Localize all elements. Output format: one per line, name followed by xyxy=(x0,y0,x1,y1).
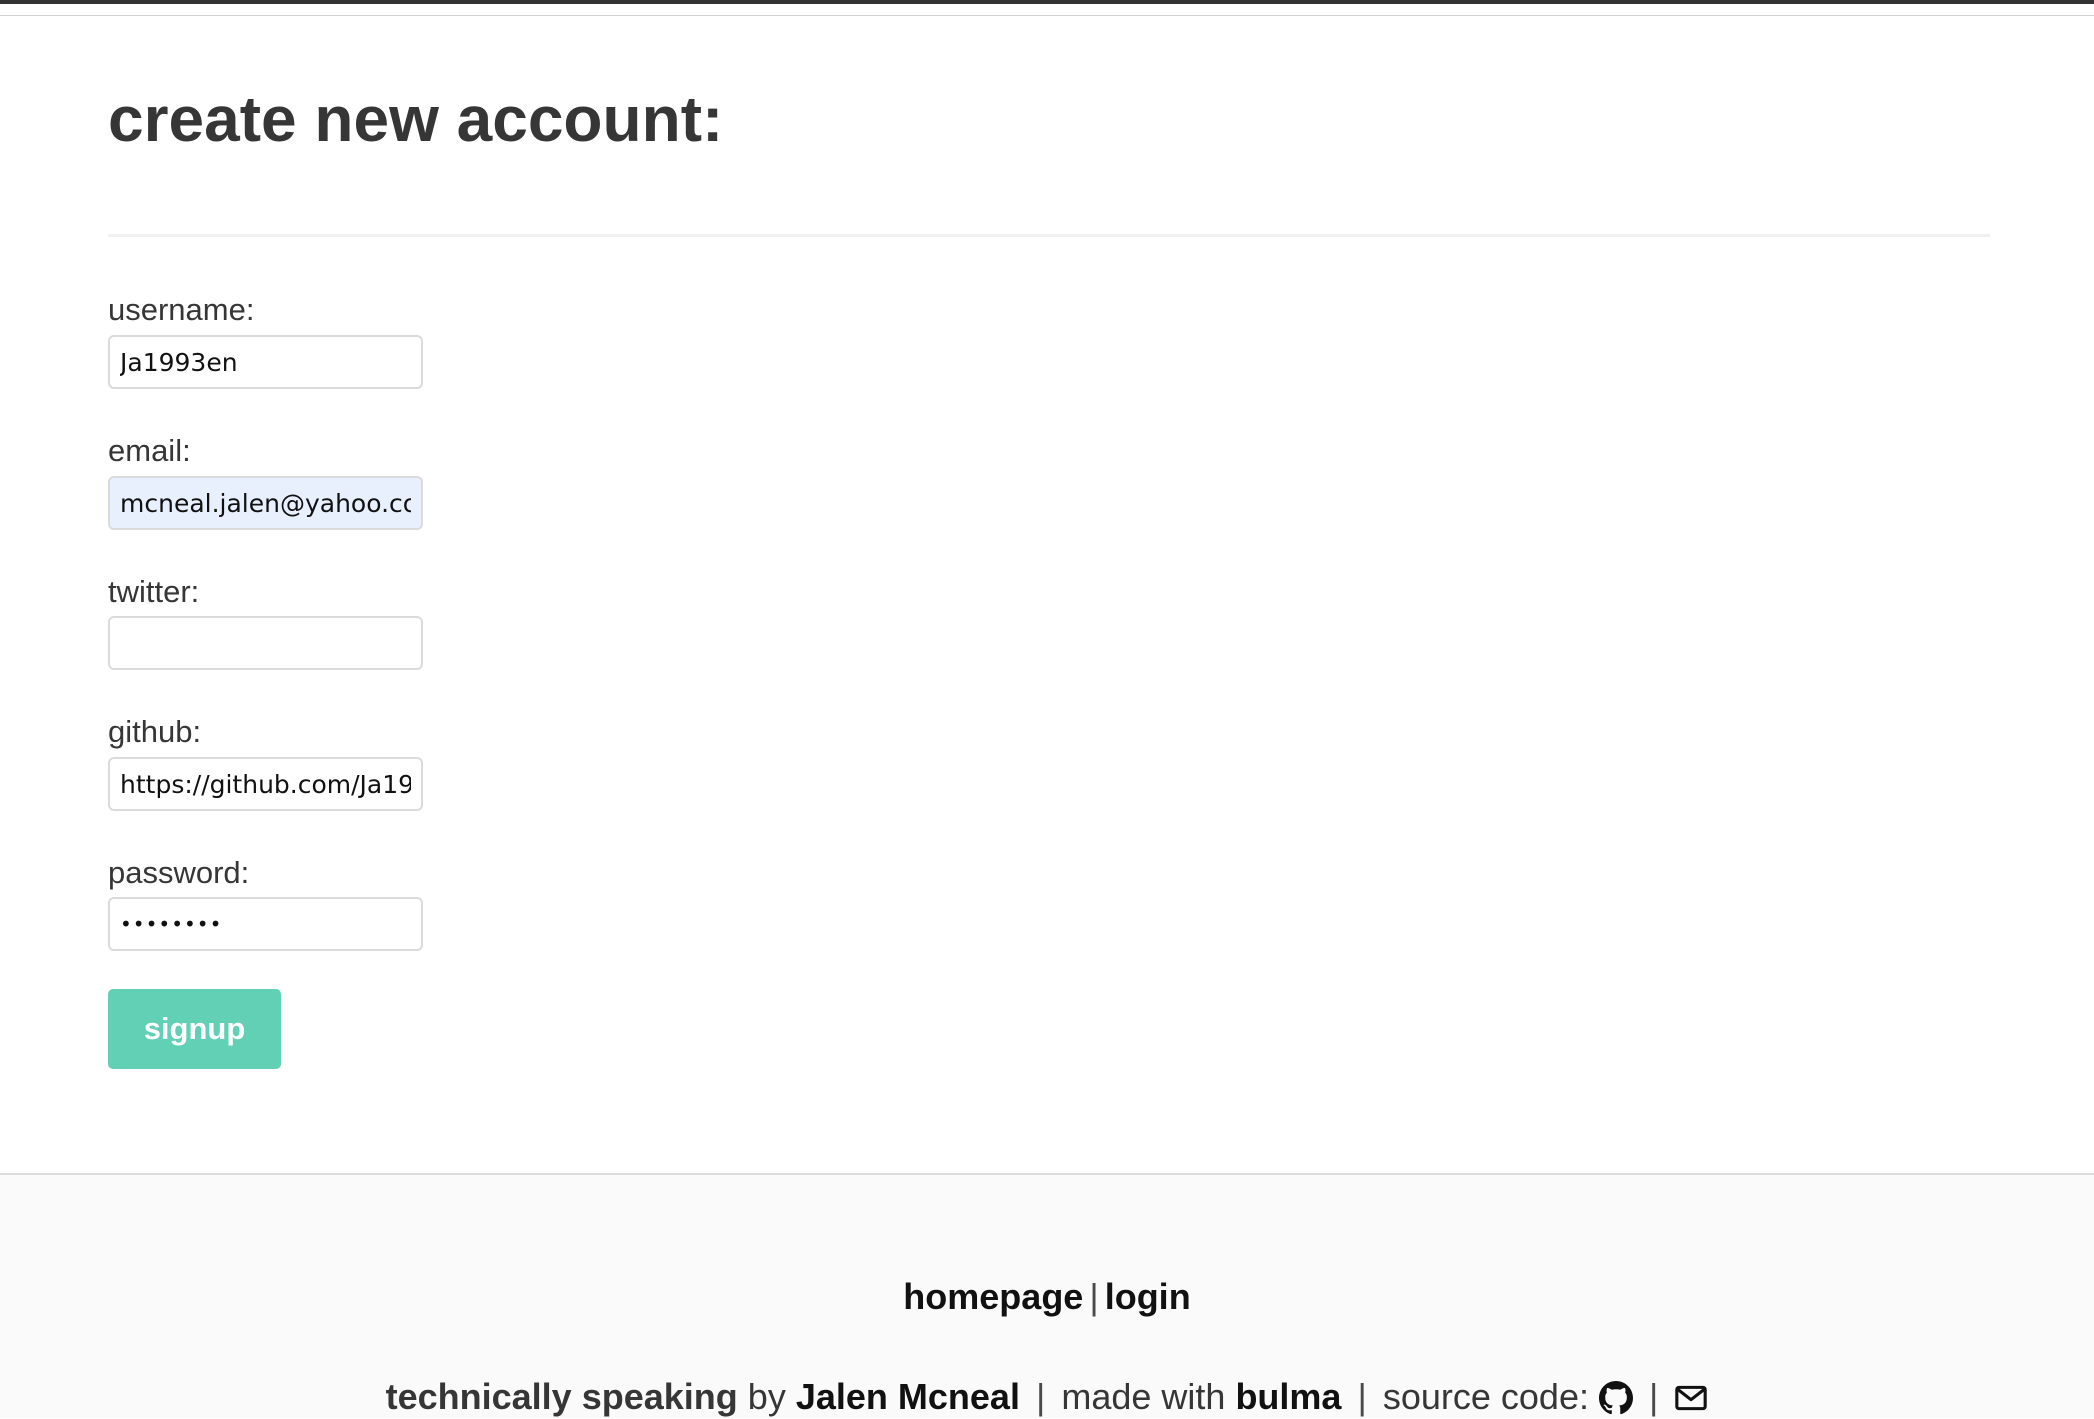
credits-separator-1: | xyxy=(1035,1376,1046,1417)
source-code-text: source code: xyxy=(1382,1376,1589,1417)
github-label: github: xyxy=(108,714,202,749)
envelope-icon[interactable] xyxy=(1674,1381,1708,1415)
footer: homepage | login technically speaking by J… xyxy=(0,1173,2094,1418)
site-name: technically speaking xyxy=(385,1376,738,1417)
username-label: username: xyxy=(108,292,255,327)
nav-separator: | xyxy=(1089,1276,1099,1317)
twitter-label: twitter: xyxy=(108,574,200,609)
username-field[interactable] xyxy=(108,335,423,389)
password-label: password: xyxy=(108,855,250,890)
homepage-link[interactable]: homepage xyxy=(903,1276,1083,1317)
footer-credits: technically speaking by Jalen Mcneal | m… xyxy=(0,1375,2094,1419)
password-field[interactable] xyxy=(108,897,423,951)
bulma-link[interactable]: bulma xyxy=(1235,1376,1341,1417)
top-divider xyxy=(0,15,2094,16)
email-label: email: xyxy=(108,433,191,468)
page-title: create new account: xyxy=(108,83,724,155)
email-field[interactable] xyxy=(108,476,423,530)
github-icon[interactable] xyxy=(1598,1381,1633,1415)
twitter-field[interactable] xyxy=(108,616,423,670)
browser-top-bar xyxy=(0,0,2094,4)
credits-separator-2: | xyxy=(1357,1376,1367,1417)
signup-button[interactable]: signup xyxy=(108,989,281,1069)
made-with-text: made with xyxy=(1061,1376,1226,1417)
github-field[interactable] xyxy=(108,757,423,811)
by-text: by xyxy=(747,1376,786,1417)
author-link[interactable]: Jalen Mcneal xyxy=(796,1376,1020,1417)
login-link[interactable]: login xyxy=(1105,1276,1191,1317)
credits-separator-3: | xyxy=(1649,1376,1659,1417)
title-divider xyxy=(108,234,1990,237)
footer-nav: homepage | login xyxy=(0,1275,2094,1319)
